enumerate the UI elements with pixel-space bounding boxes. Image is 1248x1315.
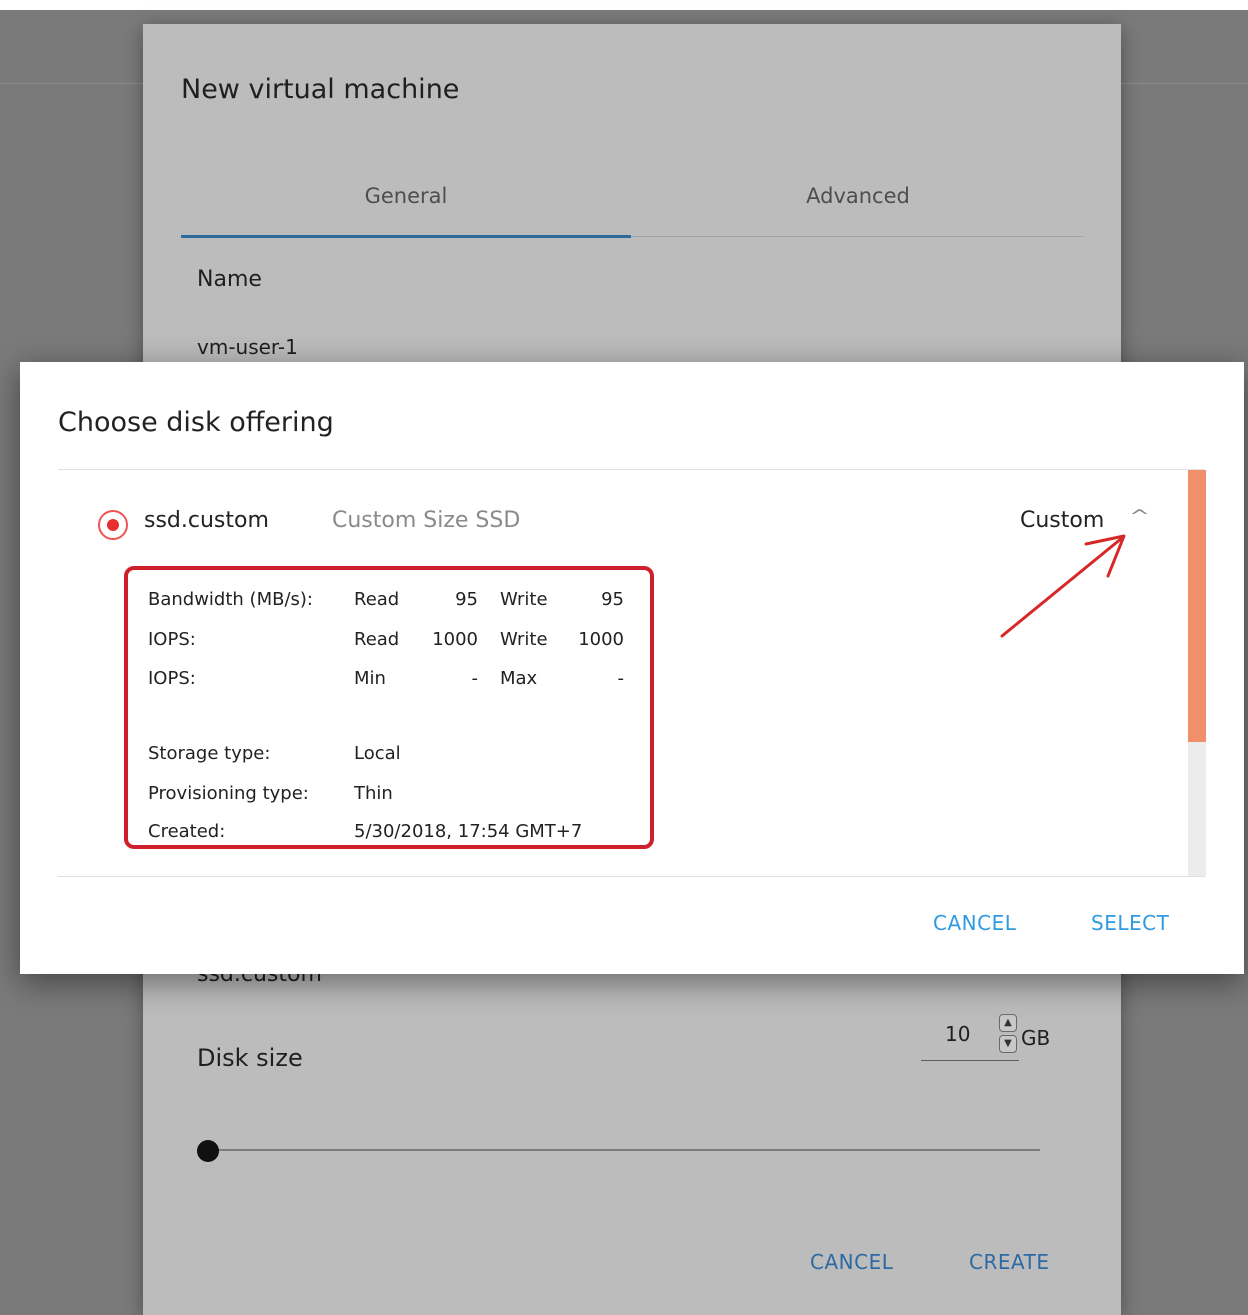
name-input[interactable]: vm-user-1: [197, 335, 298, 359]
bandwidth-label: Bandwidth (MB/s):: [148, 589, 313, 610]
decrement-icon[interactable]: ▼: [999, 1035, 1017, 1053]
iops-range-label: IOPS:: [148, 668, 196, 689]
iops-write-value: 1000: [578, 629, 624, 650]
iops-max-label: Max: [500, 668, 538, 689]
offering-description: Custom Size SSD: [332, 508, 521, 533]
bandwidth-read-value: 95: [455, 589, 478, 610]
increment-icon[interactable]: ▲: [999, 1014, 1017, 1032]
chevron-up-icon[interactable]: ^: [1129, 506, 1150, 527]
radio-button[interactable]: [98, 510, 128, 540]
tab-general[interactable]: General: [181, 174, 631, 236]
disk-size-input[interactable]: 10 ▲ ▼: [921, 1012, 1019, 1061]
iops-read-label: Read: [354, 629, 400, 650]
page-top-edge: [0, 0, 1248, 10]
provisioning-type-value: Thin: [354, 783, 393, 804]
vm-cancel-button[interactable]: CANCEL: [810, 1250, 893, 1274]
created-value: 5/30/2018, 17:54 GMT+7: [354, 821, 583, 842]
iops-min-value: -: [471, 668, 479, 689]
offering-details-highlight: Bandwidth (MB/s): Read 95 Write 95 IOPS:…: [124, 566, 654, 849]
disk-dialog-title: Choose disk offering: [58, 407, 334, 438]
vm-create-button[interactable]: CREATE: [969, 1250, 1049, 1274]
scrollbar-thumb[interactable]: [1188, 470, 1206, 742]
bandwidth-read-label: Read: [354, 589, 400, 610]
provisioning-type-label: Provisioning type:: [148, 783, 309, 804]
storage-type-label: Storage type:: [148, 743, 271, 764]
created-label: Created:: [148, 821, 226, 842]
offering-name: ssd.custom: [144, 508, 269, 533]
disk-size-unit: GB: [1021, 1026, 1051, 1050]
cancel-button[interactable]: CANCEL: [933, 911, 1016, 935]
disk-size-slider-track[interactable]: [209, 1149, 1040, 1151]
choose-disk-offering-dialog: Choose disk offering ssd.custom Custom S…: [20, 362, 1244, 974]
list-scrollbar[interactable]: [1188, 470, 1206, 876]
divider: [58, 876, 1205, 877]
iops-read-value: 1000: [432, 629, 478, 650]
vm-tab-bar: General Advanced: [181, 174, 1084, 238]
radio-selected-dot: [107, 519, 119, 531]
disk-size-stepper: ▲ ▼: [999, 1014, 1017, 1056]
vm-dialog-title: New virtual machine: [181, 74, 460, 105]
bandwidth-write-label: Write: [500, 589, 548, 610]
active-tab-indicator: [181, 235, 631, 238]
disk-size-value: 10: [945, 1022, 971, 1046]
disk-size-slider-thumb[interactable]: [197, 1140, 219, 1162]
iops-min-label: Min: [354, 668, 386, 689]
iops-max-value: -: [617, 668, 625, 689]
tab-advanced[interactable]: Advanced: [633, 174, 1083, 236]
iops-label: IOPS:: [148, 629, 196, 650]
iops-write-label: Write: [500, 629, 548, 650]
disk-size-label: Disk size: [197, 1044, 303, 1072]
offering-type: Custom: [1020, 508, 1105, 533]
bandwidth-write-value: 95: [601, 589, 624, 610]
name-label: Name: [197, 267, 262, 292]
disk-offering-list: ssd.custom Custom Size SSD Custom ^ Band…: [58, 470, 1188, 876]
select-button[interactable]: SELECT: [1091, 911, 1169, 935]
storage-type-value: Local: [354, 743, 401, 764]
